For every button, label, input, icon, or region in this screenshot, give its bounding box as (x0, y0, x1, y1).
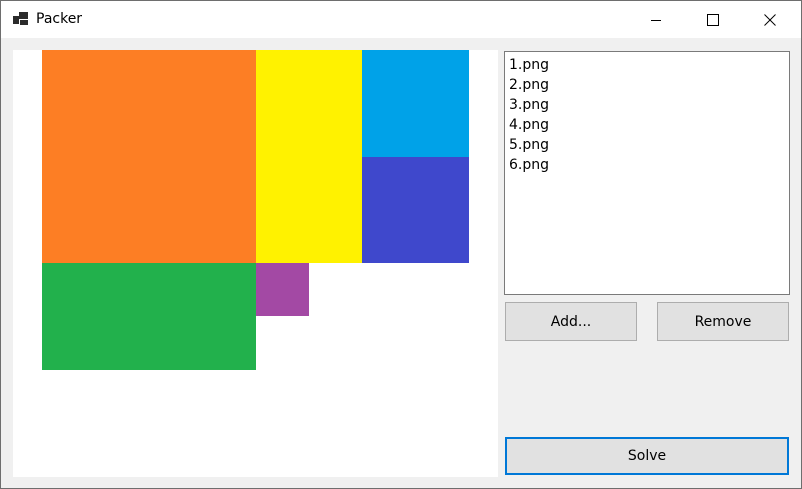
maximize-icon (707, 13, 719, 26)
add-button[interactable]: Add... (505, 302, 637, 341)
packed-rect-blue (362, 50, 469, 157)
packed-rect-purple (256, 263, 309, 316)
file-list[interactable]: 1.png 2.png 3.png 4.png 5.png 6.png (504, 51, 790, 295)
list-item[interactable]: 2.png (509, 75, 789, 95)
app-window: Packer 1.png 2.png 3.png 4.png 5.png 6.p… (0, 0, 802, 489)
list-item[interactable]: 1.png (509, 55, 789, 75)
packed-rect-orange (42, 50, 256, 263)
close-button[interactable] (747, 1, 793, 38)
close-icon (764, 13, 776, 26)
app-icon (13, 12, 29, 26)
title-bar[interactable]: Packer (1, 1, 801, 38)
minimize-icon (651, 19, 661, 21)
remove-button[interactable]: Remove (657, 302, 789, 341)
packed-rect-yellow (256, 50, 362, 263)
list-item[interactable]: 5.png (509, 135, 789, 155)
list-item[interactable]: 6.png (509, 155, 789, 175)
maximize-button[interactable] (690, 1, 736, 38)
list-item[interactable]: 3.png (509, 95, 789, 115)
packed-rect-green (42, 263, 256, 370)
window-title: Packer (36, 11, 83, 27)
solve-button[interactable]: Solve (505, 437, 789, 475)
minimize-button[interactable] (633, 1, 679, 38)
packing-canvas (13, 50, 498, 477)
list-item[interactable]: 4.png (509, 115, 789, 135)
packed-rect-indigo (362, 157, 469, 263)
